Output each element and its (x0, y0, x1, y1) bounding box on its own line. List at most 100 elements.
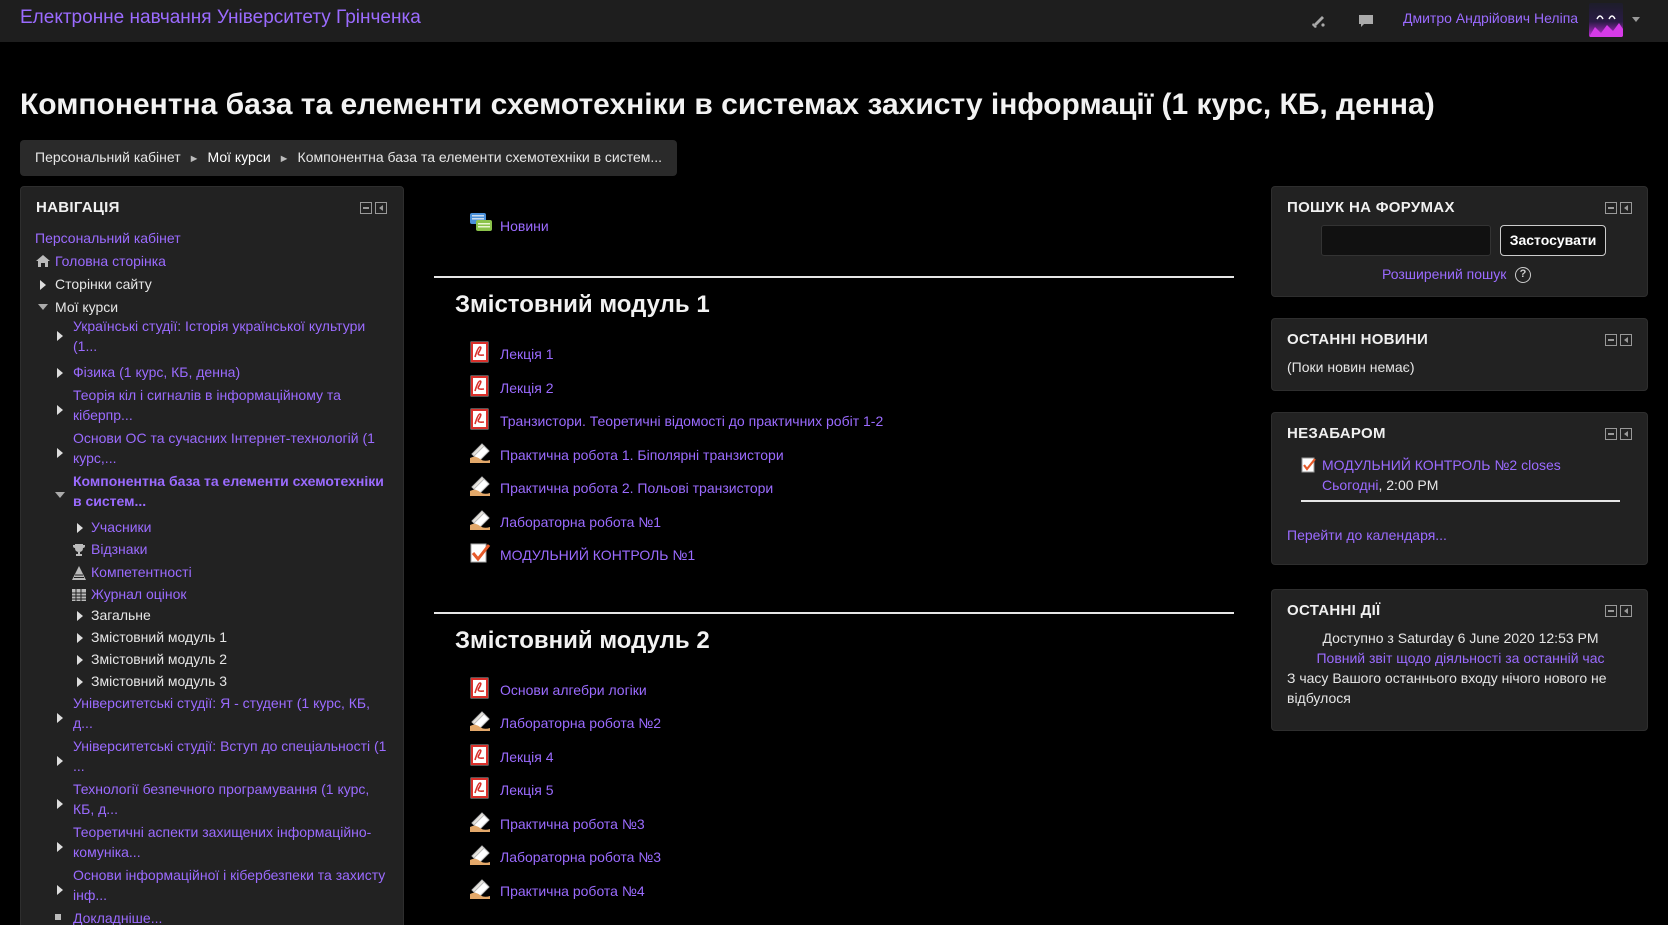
upcoming-event-day-link[interactable]: Сьогодні (1322, 477, 1378, 493)
user-menu-caret-icon[interactable] (1632, 17, 1640, 22)
nav-home-link[interactable]: Головна сторінка (55, 251, 166, 271)
dock-block-icon[interactable] (375, 202, 387, 214)
pdf-icon (469, 408, 491, 430)
expand-icon[interactable] (57, 842, 63, 852)
nav-more-link[interactable]: Докладніше... (73, 908, 162, 925)
nav-course-link[interactable]: Теоретичні аспекти захищених інформаційн… (73, 822, 371, 862)
expand-icon[interactable] (77, 611, 83, 621)
collapse-block-icon[interactable] (1605, 605, 1617, 617)
user-avatar[interactable] (1589, 3, 1623, 37)
news-forum-link[interactable]: Новини (500, 218, 549, 234)
breadcrumb-current-course[interactable]: Компонентна база та елементи схемотехнік… (298, 149, 663, 165)
full-report-link[interactable]: Повний звіт щодо діяльності за останній … (1272, 648, 1649, 668)
recent-activity-block: ОСТАННІ ДІЇ Доступно з Saturday 6 June 2… (1271, 589, 1648, 731)
advanced-search-link[interactable]: Розширений пошук (1382, 266, 1506, 282)
expand-icon[interactable] (77, 655, 83, 665)
nav-section-general[interactable]: Загальне (91, 605, 151, 625)
nav-my-courses[interactable]: Мої курси (55, 297, 118, 317)
latest-news-block: ОСТАННІ НОВИНИ (Поки новин немає) (1271, 318, 1648, 391)
nav-gradebook-link[interactable]: Журнал оцінок (91, 584, 187, 604)
nav-current-course-link[interactable]: Компонентна база та елементи схемотехнік… (73, 471, 384, 511)
page-title: Компонентна база та елементи схемотехнік… (20, 88, 1435, 121)
dock-block-icon[interactable] (1620, 428, 1632, 440)
user-menu-name[interactable]: Дмитро Андрійович Неліпа (1403, 10, 1578, 26)
breadcrumb-dashboard[interactable]: Персональний кабінет (35, 149, 181, 165)
assignment-icon (469, 509, 491, 531)
go-to-calendar-link[interactable]: Перейти до календаря... (1287, 527, 1447, 543)
forum-search-input[interactable] (1321, 225, 1491, 256)
competencies-icon (71, 565, 87, 581)
dock-block-icon[interactable] (1620, 605, 1632, 617)
collapse-icon[interactable] (55, 492, 65, 498)
gradebook-icon (71, 587, 87, 603)
nav-course-link[interactable]: Університетські студії: Я - студент (1 к… (73, 693, 370, 733)
nav-course-link[interactable]: Технології безпечного програмування (1 к… (73, 779, 369, 819)
expand-icon[interactable] (40, 280, 46, 290)
collapse-block-icon[interactable] (1605, 428, 1617, 440)
nav-site-pages[interactable]: Сторінки сайту (55, 274, 152, 294)
nav-section-module-1[interactable]: Змістовний модуль 1 (91, 627, 227, 647)
dock-block-icon[interactable] (1620, 202, 1632, 214)
forum-icon (469, 212, 492, 234)
nav-course-link[interactable]: Фізика (1 курс, КБ, денна) (73, 362, 240, 382)
site-name-link[interactable]: Електронне навчання Університету Грінчен… (20, 7, 421, 29)
activity-link[interactable]: Лекція 4 (500, 749, 553, 765)
activity-link[interactable]: Основи алгебри логіки (500, 682, 647, 698)
breadcrumb: Персональний кабінет ► Мої курси ► Компонент… (20, 140, 678, 176)
activity-link[interactable]: Практична робота №4 (500, 883, 645, 899)
expand-icon[interactable] (57, 713, 63, 723)
latest-news-title: ОСТАННІ НОВИНИ (1287, 331, 1429, 348)
bullet-icon (55, 914, 61, 920)
activity-link[interactable]: Практична робота №3 (500, 816, 645, 832)
messages-icon[interactable] (1357, 12, 1375, 30)
activity-link[interactable]: Лекція 2 (500, 380, 553, 396)
nav-course-link[interactable]: Університетські студії: Вступ до спеціал… (73, 736, 386, 776)
nav-competencies-link[interactable]: Компетентності (91, 562, 192, 582)
expand-icon[interactable] (77, 677, 83, 687)
activity-link[interactable]: Практична робота 2. Польові транзистори (500, 480, 773, 496)
upcoming-event-time: , 2:00 PM (1378, 477, 1439, 493)
expand-icon[interactable] (77, 633, 83, 643)
section-title: Змістовний модуль 1 (455, 291, 710, 318)
help-icon[interactable]: ? (1515, 267, 1531, 283)
quiz-icon (469, 542, 491, 564)
forum-search-apply-button[interactable]: Застосувати (1500, 225, 1606, 256)
nav-course-link[interactable]: Основи інформаційної і кібербезпеки та з… (73, 865, 385, 905)
activity-link[interactable]: МОДУЛЬНИЙ КОНТРОЛЬ №1 (500, 547, 695, 563)
activity-link[interactable]: Лекція 1 (500, 346, 553, 362)
nav-course-link[interactable]: Українські студії: Історія української к… (73, 316, 365, 356)
nav-participants-link[interactable]: Учасники (91, 517, 151, 537)
nav-dashboard-link[interactable]: Персональний кабінет (35, 228, 181, 248)
activity-link[interactable]: Лабораторна робота №3 (500, 849, 661, 865)
nav-course-link[interactable]: Основи ОС та сучасних Інтернет-технологі… (73, 428, 375, 468)
expand-icon[interactable] (57, 756, 63, 766)
nav-section-module-3[interactable]: Змістовний модуль 3 (91, 671, 227, 691)
activity-link[interactable]: Транзистори. Теоретичні відомості до пра… (500, 413, 883, 429)
activity-link[interactable]: Лекція 5 (500, 782, 553, 798)
expand-icon[interactable] (57, 405, 63, 415)
expand-icon[interactable] (57, 448, 63, 458)
collapse-block-icon[interactable] (360, 202, 372, 214)
collapse-block-icon[interactable] (1605, 334, 1617, 346)
expand-icon[interactable] (57, 368, 63, 378)
activity-link[interactable]: Практична робота 1. Біполярні транзистор… (500, 447, 784, 463)
breadcrumb-my-courses[interactable]: Мої курси (208, 149, 271, 165)
upcoming-event: МОДУЛЬНИЙ КОНТРОЛЬ №2 closes Сьогодні, 2… (1322, 455, 1632, 495)
upcoming-events-block: НЕЗАБАРОМ МОДУЛЬНИЙ КОНТРОЛЬ №2 closes С… (1271, 412, 1648, 565)
expand-icon[interactable] (57, 799, 63, 809)
collapse-icon[interactable] (38, 304, 48, 310)
nav-section-module-2[interactable]: Змістовний модуль 2 (91, 649, 227, 669)
upcoming-event-link[interactable]: МОДУЛЬНИЙ КОНТРОЛЬ №2 closes (1322, 457, 1561, 473)
expand-icon[interactable] (57, 331, 63, 341)
nav-course-link[interactable]: Теорія кіл і сигналів в інформаційному т… (73, 385, 341, 425)
expand-icon[interactable] (77, 523, 83, 533)
nav-badges-link[interactable]: Відзнаки (91, 539, 148, 559)
activity-link[interactable]: Лабораторна робота №1 (500, 514, 661, 530)
expand-icon[interactable] (57, 885, 63, 895)
activity-link[interactable]: Лабораторна робота №2 (500, 715, 661, 731)
assignment-icon (469, 878, 491, 900)
notifications-bell-icon[interactable] (1310, 12, 1328, 30)
pdf-icon (469, 677, 491, 699)
collapse-block-icon[interactable] (1605, 202, 1617, 214)
dock-block-icon[interactable] (1620, 334, 1632, 346)
